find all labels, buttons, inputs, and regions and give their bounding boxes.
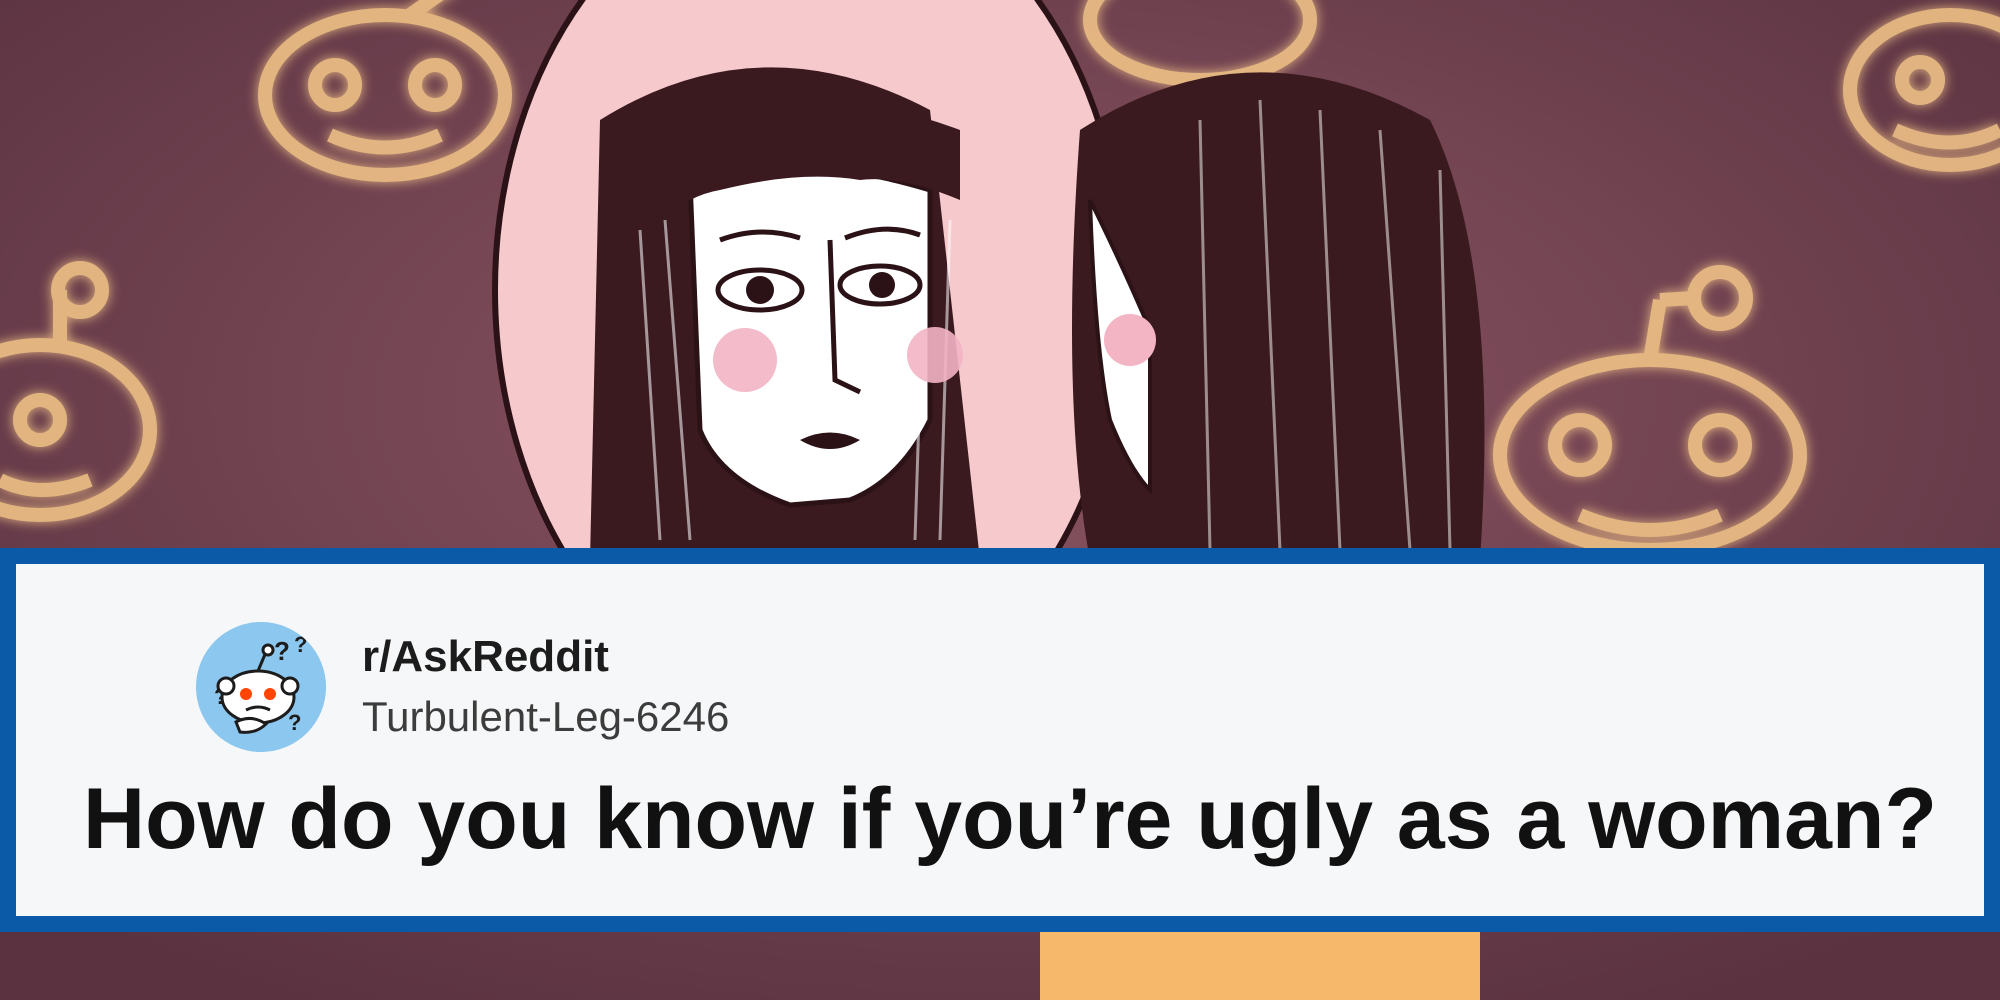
confused-snoo-icon[interactable]: ? ? ? ? xyxy=(196,622,326,752)
thumbnail-stage: ? ? ? ? r/AskReddi xyxy=(0,0,2000,1000)
post-meta: r/AskReddit Turbulent-Leg-6246 xyxy=(362,629,729,745)
post-title[interactable]: How do you know if you’re ugly as a woma… xyxy=(40,764,1980,874)
post-author[interactable]: Turbulent-Leg-6246 xyxy=(362,689,729,745)
reddit-post-card[interactable]: ? ? ? ? r/AskReddi xyxy=(0,548,2000,932)
reflection-figure xyxy=(590,67,980,561)
svg-text:?: ? xyxy=(294,632,307,657)
post-header: ? ? ? ? r/AskReddi xyxy=(196,622,729,752)
svg-text:?: ? xyxy=(288,710,301,735)
subreddit-link[interactable]: r/AskReddit xyxy=(362,629,729,685)
svg-text:?: ? xyxy=(274,636,290,666)
